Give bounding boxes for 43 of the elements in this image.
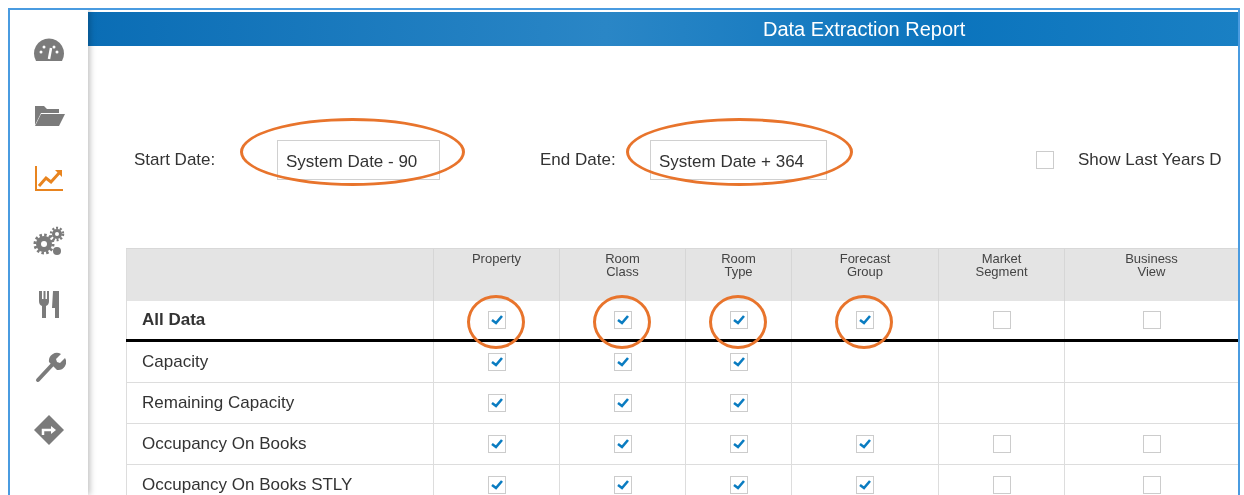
checkbox-label: Show Last Years D (1078, 150, 1222, 170)
checkbox[interactable] (487, 353, 506, 371)
checkbox[interactable] (1142, 311, 1161, 329)
row-label: Remaining Capacity (142, 393, 295, 413)
checkbox[interactable] (992, 476, 1011, 494)
checkbox[interactable] (729, 476, 748, 494)
checkbox[interactable] (487, 394, 506, 412)
row-label: Occupancy On Books (142, 434, 307, 454)
column-header: Room Type (720, 252, 757, 281)
row-label: Occupancy On Books STLY (142, 475, 353, 495)
row-label: Capacity (142, 352, 209, 372)
start-date-label: Start Date: (134, 150, 217, 170)
checkbox[interactable] (1142, 435, 1161, 453)
checkbox[interactable] (1036, 151, 1054, 169)
checkbox[interactable] (729, 311, 748, 329)
checkbox[interactable] (992, 435, 1011, 453)
end-date-label: End Date: (540, 150, 617, 170)
start-date-field[interactable]: System Date - 90 (277, 140, 440, 180)
checkbox[interactable] (487, 435, 506, 453)
column-header: Room Class (604, 252, 641, 281)
column-header: Property (470, 252, 523, 268)
end-date-field[interactable]: System Date + 364 (650, 140, 827, 180)
checkbox[interactable] (613, 476, 632, 494)
column-header: Market Segment (974, 252, 1029, 281)
checkbox[interactable] (487, 311, 506, 329)
checkbox[interactable] (613, 353, 632, 371)
checkbox[interactable] (729, 435, 748, 453)
column-header: Forecast Group (838, 252, 892, 281)
checkbox[interactable] (856, 476, 874, 494)
row-label: All Data (142, 310, 206, 330)
checkbox[interactable] (1142, 476, 1161, 494)
checkbox[interactable] (613, 311, 632, 329)
checkbox[interactable] (729, 353, 748, 371)
checkbox[interactable] (856, 311, 874, 329)
checkbox[interactable] (992, 311, 1011, 329)
checkbox[interactable] (613, 435, 632, 453)
checkbox[interactable] (856, 435, 874, 453)
direction-sign-icon[interactable] (32, 412, 66, 447)
page-title: Data Extraction Report (763, 17, 966, 41)
column-header: Business View (1124, 252, 1179, 281)
checkbox[interactable] (729, 394, 748, 412)
checkbox[interactable] (487, 476, 506, 494)
checkbox[interactable] (613, 394, 632, 412)
